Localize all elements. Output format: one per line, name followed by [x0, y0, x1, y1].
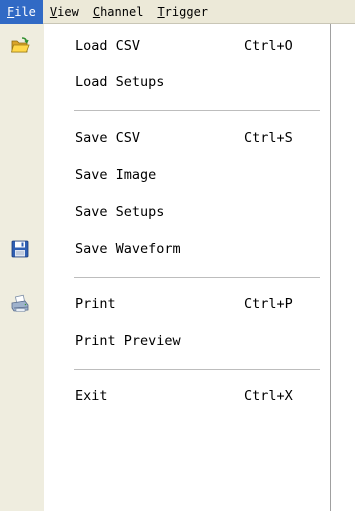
menu-item-label: Save Image [75, 167, 157, 183]
menu-item-shortcut: Ctrl+S [244, 130, 293, 146]
menu-item-shortcut: Ctrl+O [244, 38, 293, 54]
menu-file[interactable]: File [0, 0, 43, 24]
menu-trigger-label: rigger [164, 4, 209, 19]
menu-item-label: Load Setups [75, 74, 165, 90]
menu-item-label: Exit [75, 388, 108, 404]
menu-item-save-image[interactable]: Save Image [0, 157, 330, 193]
menu-item-load-setups[interactable]: Load Setups [0, 64, 330, 100]
menu-trigger-accel: T [157, 4, 165, 19]
menu-view-label: iew [57, 4, 79, 19]
menu-channel-label: hannel [100, 4, 144, 19]
menu-channel-accel: C [92, 4, 101, 19]
menu-separator [74, 277, 320, 279]
menu-separator [74, 369, 320, 371]
menu-item-exit[interactable]: Exit Ctrl+X [0, 378, 330, 414]
menu-item-print[interactable]: Print Ctrl+P [0, 286, 330, 322]
floppy-disk-icon [10, 239, 30, 259]
menu-item-load-csv[interactable]: Load CSV Ctrl+O [0, 28, 330, 64]
menu-item-label: Save Waveform [75, 241, 181, 257]
menu-bar: File View Channel Trigger [0, 0, 355, 24]
printer-icon [10, 294, 30, 314]
folder-open-icon [10, 36, 30, 56]
menu-item-print-preview[interactable]: Print Preview [0, 323, 330, 359]
menu-channel[interactable]: Channel [86, 0, 151, 24]
menu-item-save-setups[interactable]: Save Setups [0, 194, 330, 230]
menu-item-label: Load CSV [75, 38, 141, 54]
menu-item-label: Print Preview [75, 333, 181, 349]
menu-item-label: Save CSV [75, 130, 141, 146]
file-menu-dropdown: Load CSV Ctrl+O Load Setups Save CSV Ctr… [0, 24, 331, 511]
menu-item-label: Save Setups [75, 204, 165, 220]
menu-item-save-csv[interactable]: Save CSV Ctrl+S [0, 120, 330, 156]
menu-view[interactable]: View [43, 0, 86, 24]
menu-file-label: ile [14, 4, 36, 19]
menu-item-label: Print [75, 296, 116, 312]
menu-item-shortcut: Ctrl+X [244, 388, 293, 404]
menu-separator [74, 110, 320, 112]
menu-item-shortcut: Ctrl+P [244, 296, 293, 312]
menu-item-save-waveform[interactable]: Save Waveform [0, 231, 330, 267]
menu-trigger[interactable]: Trigger [150, 0, 215, 24]
